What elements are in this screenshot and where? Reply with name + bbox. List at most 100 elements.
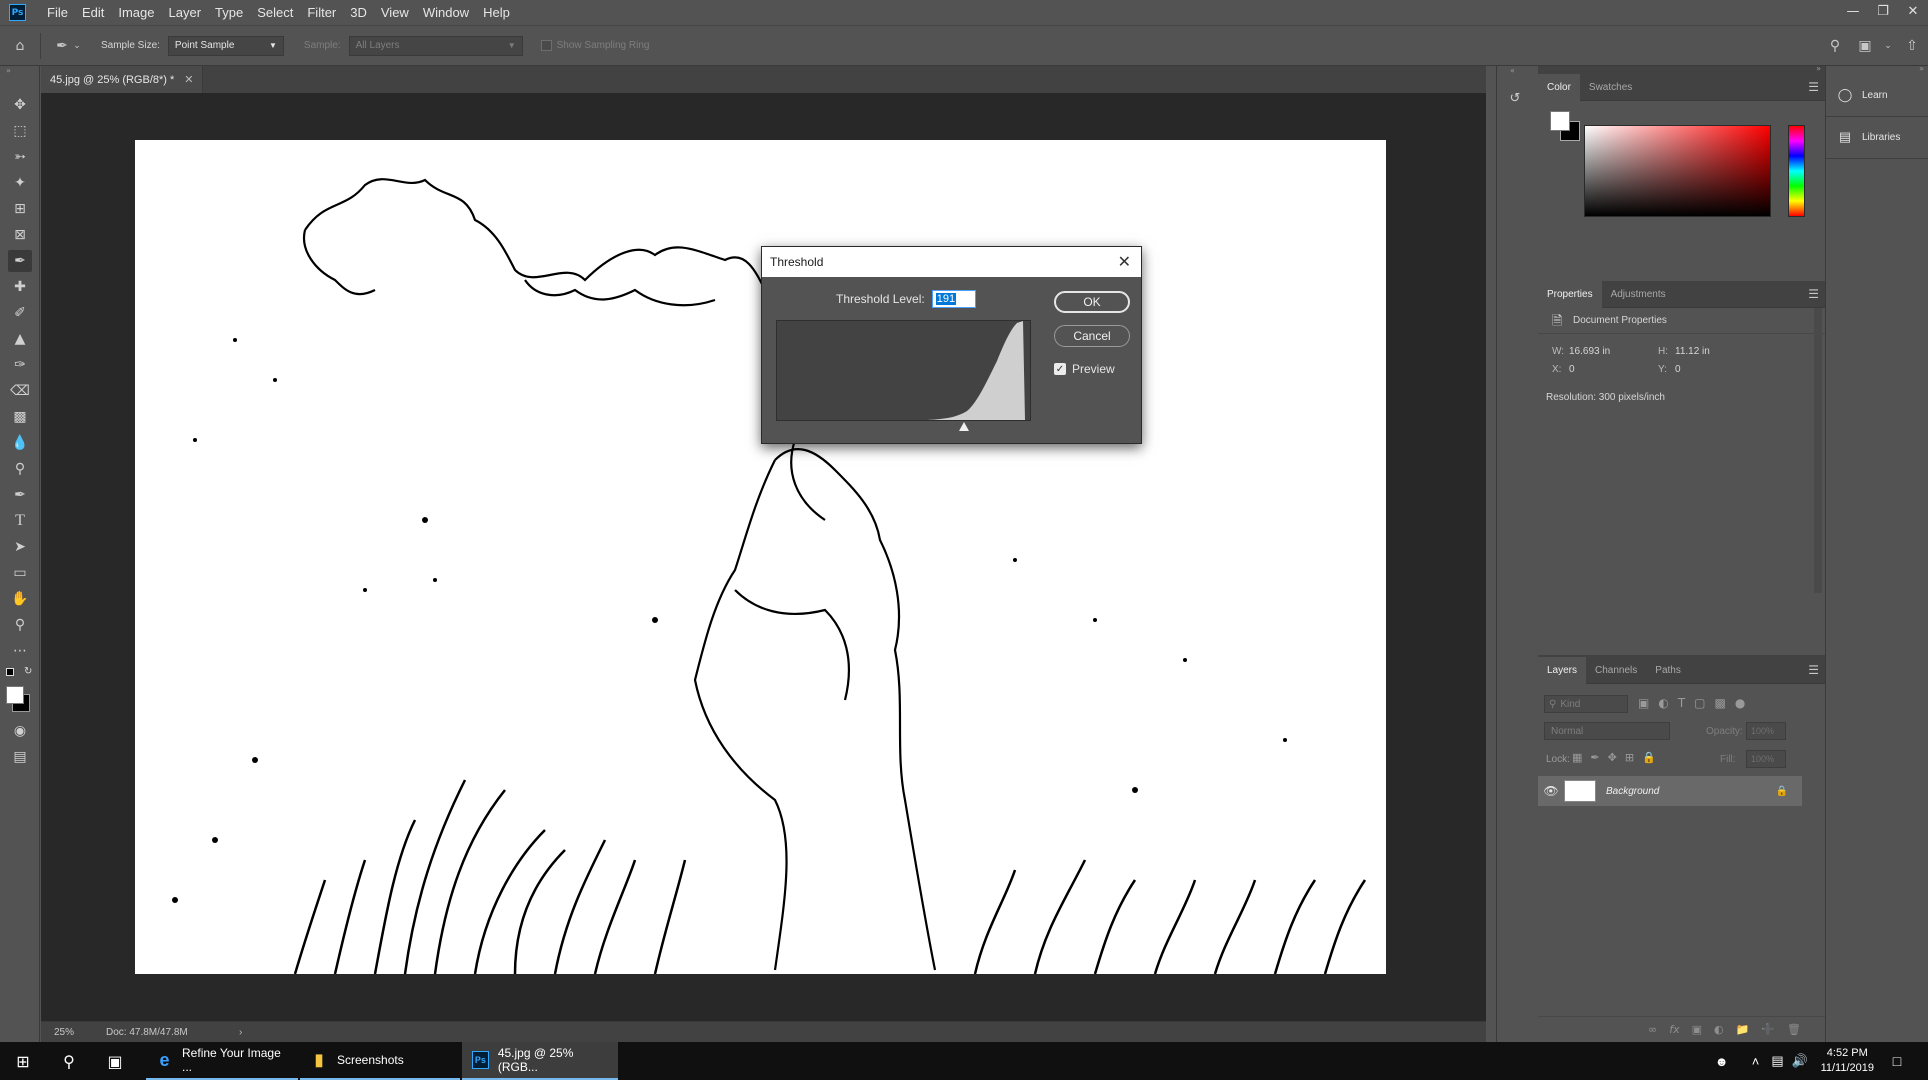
tab-paths[interactable]: Paths [1646, 657, 1690, 684]
type-tool-icon[interactable]: T [8, 510, 32, 532]
lock-pixels-icon[interactable]: ✒ [1590, 751, 1599, 764]
filter-adjustment-icon[interactable]: ◐ [1658, 696, 1668, 710]
tab-properties[interactable]: Properties [1538, 280, 1602, 308]
ok-button[interactable]: OK [1054, 291, 1130, 313]
menu-3d[interactable]: 3D [343, 5, 374, 20]
eraser-tool-icon[interactable]: ⌫ [8, 380, 32, 402]
zoom-level[interactable]: 25% [41, 1027, 106, 1038]
menu-image[interactable]: Image [111, 5, 161, 20]
gradient-tool-icon[interactable]: ▩ [8, 406, 32, 428]
photoshop-logo[interactable]: Ps [9, 4, 26, 21]
notifications-icon[interactable]: □ [1886, 1053, 1908, 1069]
menu-help[interactable]: Help [476, 5, 517, 20]
search-icon[interactable]: ⚲ [1820, 38, 1850, 54]
collapse-icon[interactable]: » [1919, 64, 1924, 73]
healing-brush-tool-icon[interactable]: ✚ [8, 276, 32, 298]
close-tab-icon[interactable]: ✕ [184, 73, 193, 86]
adjustment-layer-icon[interactable]: ◐ [1714, 1023, 1724, 1036]
threshold-level-input[interactable]: 191 [931, 290, 976, 308]
default-colors-icon[interactable] [6, 668, 14, 676]
add-mask-icon[interactable]: ▣ [1692, 1023, 1702, 1036]
delete-layer-icon[interactable]: 🗑 [1787, 1023, 1801, 1036]
menu-type[interactable]: Type [208, 5, 250, 20]
fx-icon[interactable]: fx [1669, 1023, 1679, 1036]
history-panel-icon[interactable]: ↺ [1505, 88, 1525, 108]
move-tool-icon[interactable]: ✥ [8, 94, 32, 116]
chevron-down-icon[interactable]: ⌄ [1880, 41, 1896, 51]
menu-filter[interactable]: Filter [300, 5, 343, 20]
brush-tool-icon[interactable]: ✐ [8, 302, 32, 324]
swap-colors-icon[interactable]: ↻ [24, 666, 32, 677]
menu-select[interactable]: Select [250, 5, 300, 20]
width-value[interactable]: 16.693 in [1569, 346, 1610, 357]
filter-toggle-icon[interactable]: ● [1735, 696, 1745, 710]
menu-view[interactable]: View [374, 5, 416, 20]
learn-button[interactable]: ◯ Learn [1836, 86, 1888, 104]
new-layer-icon[interactable]: ➕ [1761, 1023, 1775, 1036]
preview-option[interactable]: ✓ Preview [1054, 362, 1115, 376]
close-icon[interactable]: ✕ [1118, 252, 1131, 272]
blur-tool-icon[interactable]: 💧 [8, 432, 32, 454]
quick-mask-icon[interactable]: ◉ [8, 720, 32, 742]
cancel-button[interactable]: Cancel [1054, 325, 1130, 347]
filter-type-icon[interactable]: T [1678, 696, 1685, 710]
tab-adjustments[interactable]: Adjustments [1602, 281, 1675, 308]
lock-artboard-icon[interactable]: ⊞ [1625, 751, 1634, 764]
rectangle-tool-icon[interactable]: ▭ [8, 562, 32, 584]
panel-menu-icon[interactable]: ☰ [1808, 80, 1819, 94]
people-icon[interactable]: ☻ [1711, 1054, 1733, 1069]
minimize-icon[interactable]: — [1838, 0, 1868, 22]
restore-icon[interactable]: ❐ [1868, 0, 1898, 22]
sample-select[interactable]: All Layers ▼ [348, 35, 523, 56]
foreground-color-swatch[interactable] [1550, 111, 1570, 131]
threshold-slider-handle[interactable] [959, 422, 969, 431]
windows-start-icon[interactable]: ⊞ [0, 1042, 46, 1080]
filter-smart-icon[interactable]: ▩ [1715, 696, 1726, 710]
height-value[interactable]: 11.12 in [1675, 346, 1710, 357]
panel-menu-icon[interactable]: ☰ [1808, 287, 1819, 301]
path-selection-tool-icon[interactable]: ➤ [8, 536, 32, 558]
canvas-area[interactable] [41, 93, 1486, 1021]
dodge-tool-icon[interactable]: ⚲ [8, 458, 32, 480]
lock-all-icon[interactable]: 🔒 [1642, 751, 1656, 764]
close-window-icon[interactable]: ✕ [1898, 0, 1928, 22]
preview-checkbox[interactable]: ✓ [1054, 363, 1066, 375]
eye-icon[interactable]: 👁 [1538, 784, 1564, 798]
marquee-tool-icon[interactable]: ⬚ [8, 120, 32, 142]
libraries-button[interactable]: ▤ Libraries [1836, 128, 1901, 146]
layer-filter-kind[interactable]: ⚲ Kind [1544, 695, 1628, 713]
collapse-panels-icon[interactable]: » [1816, 64, 1821, 73]
opacity-input[interactable]: 100% [1746, 722, 1786, 740]
new-group-icon[interactable]: 📁 [1736, 1023, 1750, 1036]
eyedropper-preset-icon[interactable]: ✒ [53, 38, 71, 54]
panel-menu-icon[interactable]: ☰ [1808, 663, 1819, 677]
workspace-icon[interactable]: ▣ [1850, 38, 1880, 54]
lock-icon[interactable]: 🔒 [1776, 786, 1788, 797]
sample-size-select[interactable]: Point Sample ▼ [167, 35, 284, 56]
tab-channels[interactable]: Channels [1586, 657, 1646, 684]
history-brush-tool-icon[interactable]: ✑ [8, 354, 32, 376]
document-tab[interactable]: 45.jpg @ 25% (RGB/8*) * ✕ [41, 66, 203, 93]
tab-swatches[interactable]: Swatches [1580, 74, 1641, 101]
lock-transparent-icon[interactable]: ▦ [1572, 751, 1582, 764]
taskbar-app-explorer[interactable]: ▮ Screenshots [300, 1042, 460, 1080]
fill-input[interactable]: 100% [1746, 750, 1786, 768]
hand-tool-icon[interactable]: ✋ [8, 588, 32, 610]
network-icon[interactable]: ▤ [1767, 1053, 1789, 1069]
expand-icon[interactable]: « [1510, 66, 1515, 75]
tab-color[interactable]: Color [1538, 73, 1580, 101]
quick-selection-tool-icon[interactable]: ✦ [8, 172, 32, 194]
dialog-titlebar[interactable]: Threshold ✕ [762, 247, 1141, 277]
lock-position-icon[interactable]: ✥ [1608, 751, 1617, 764]
zoom-tool-icon[interactable]: ⚲ [8, 614, 32, 636]
home-icon[interactable]: ⌂ [0, 38, 40, 54]
link-layers-icon[interactable]: ∞ [1648, 1023, 1657, 1036]
menu-file[interactable]: File [40, 5, 75, 20]
chevron-down-icon[interactable]: ⌄ [71, 41, 83, 51]
menu-edit[interactable]: Edit [75, 5, 111, 20]
filter-pixel-icon[interactable]: ▣ [1638, 696, 1649, 710]
eyedropper-tool-icon[interactable]: ✒ [8, 250, 32, 272]
hue-slider[interactable] [1788, 125, 1805, 217]
screen-mode-icon[interactable]: ▤ [8, 746, 32, 768]
foreground-color-swatch[interactable] [6, 686, 24, 704]
